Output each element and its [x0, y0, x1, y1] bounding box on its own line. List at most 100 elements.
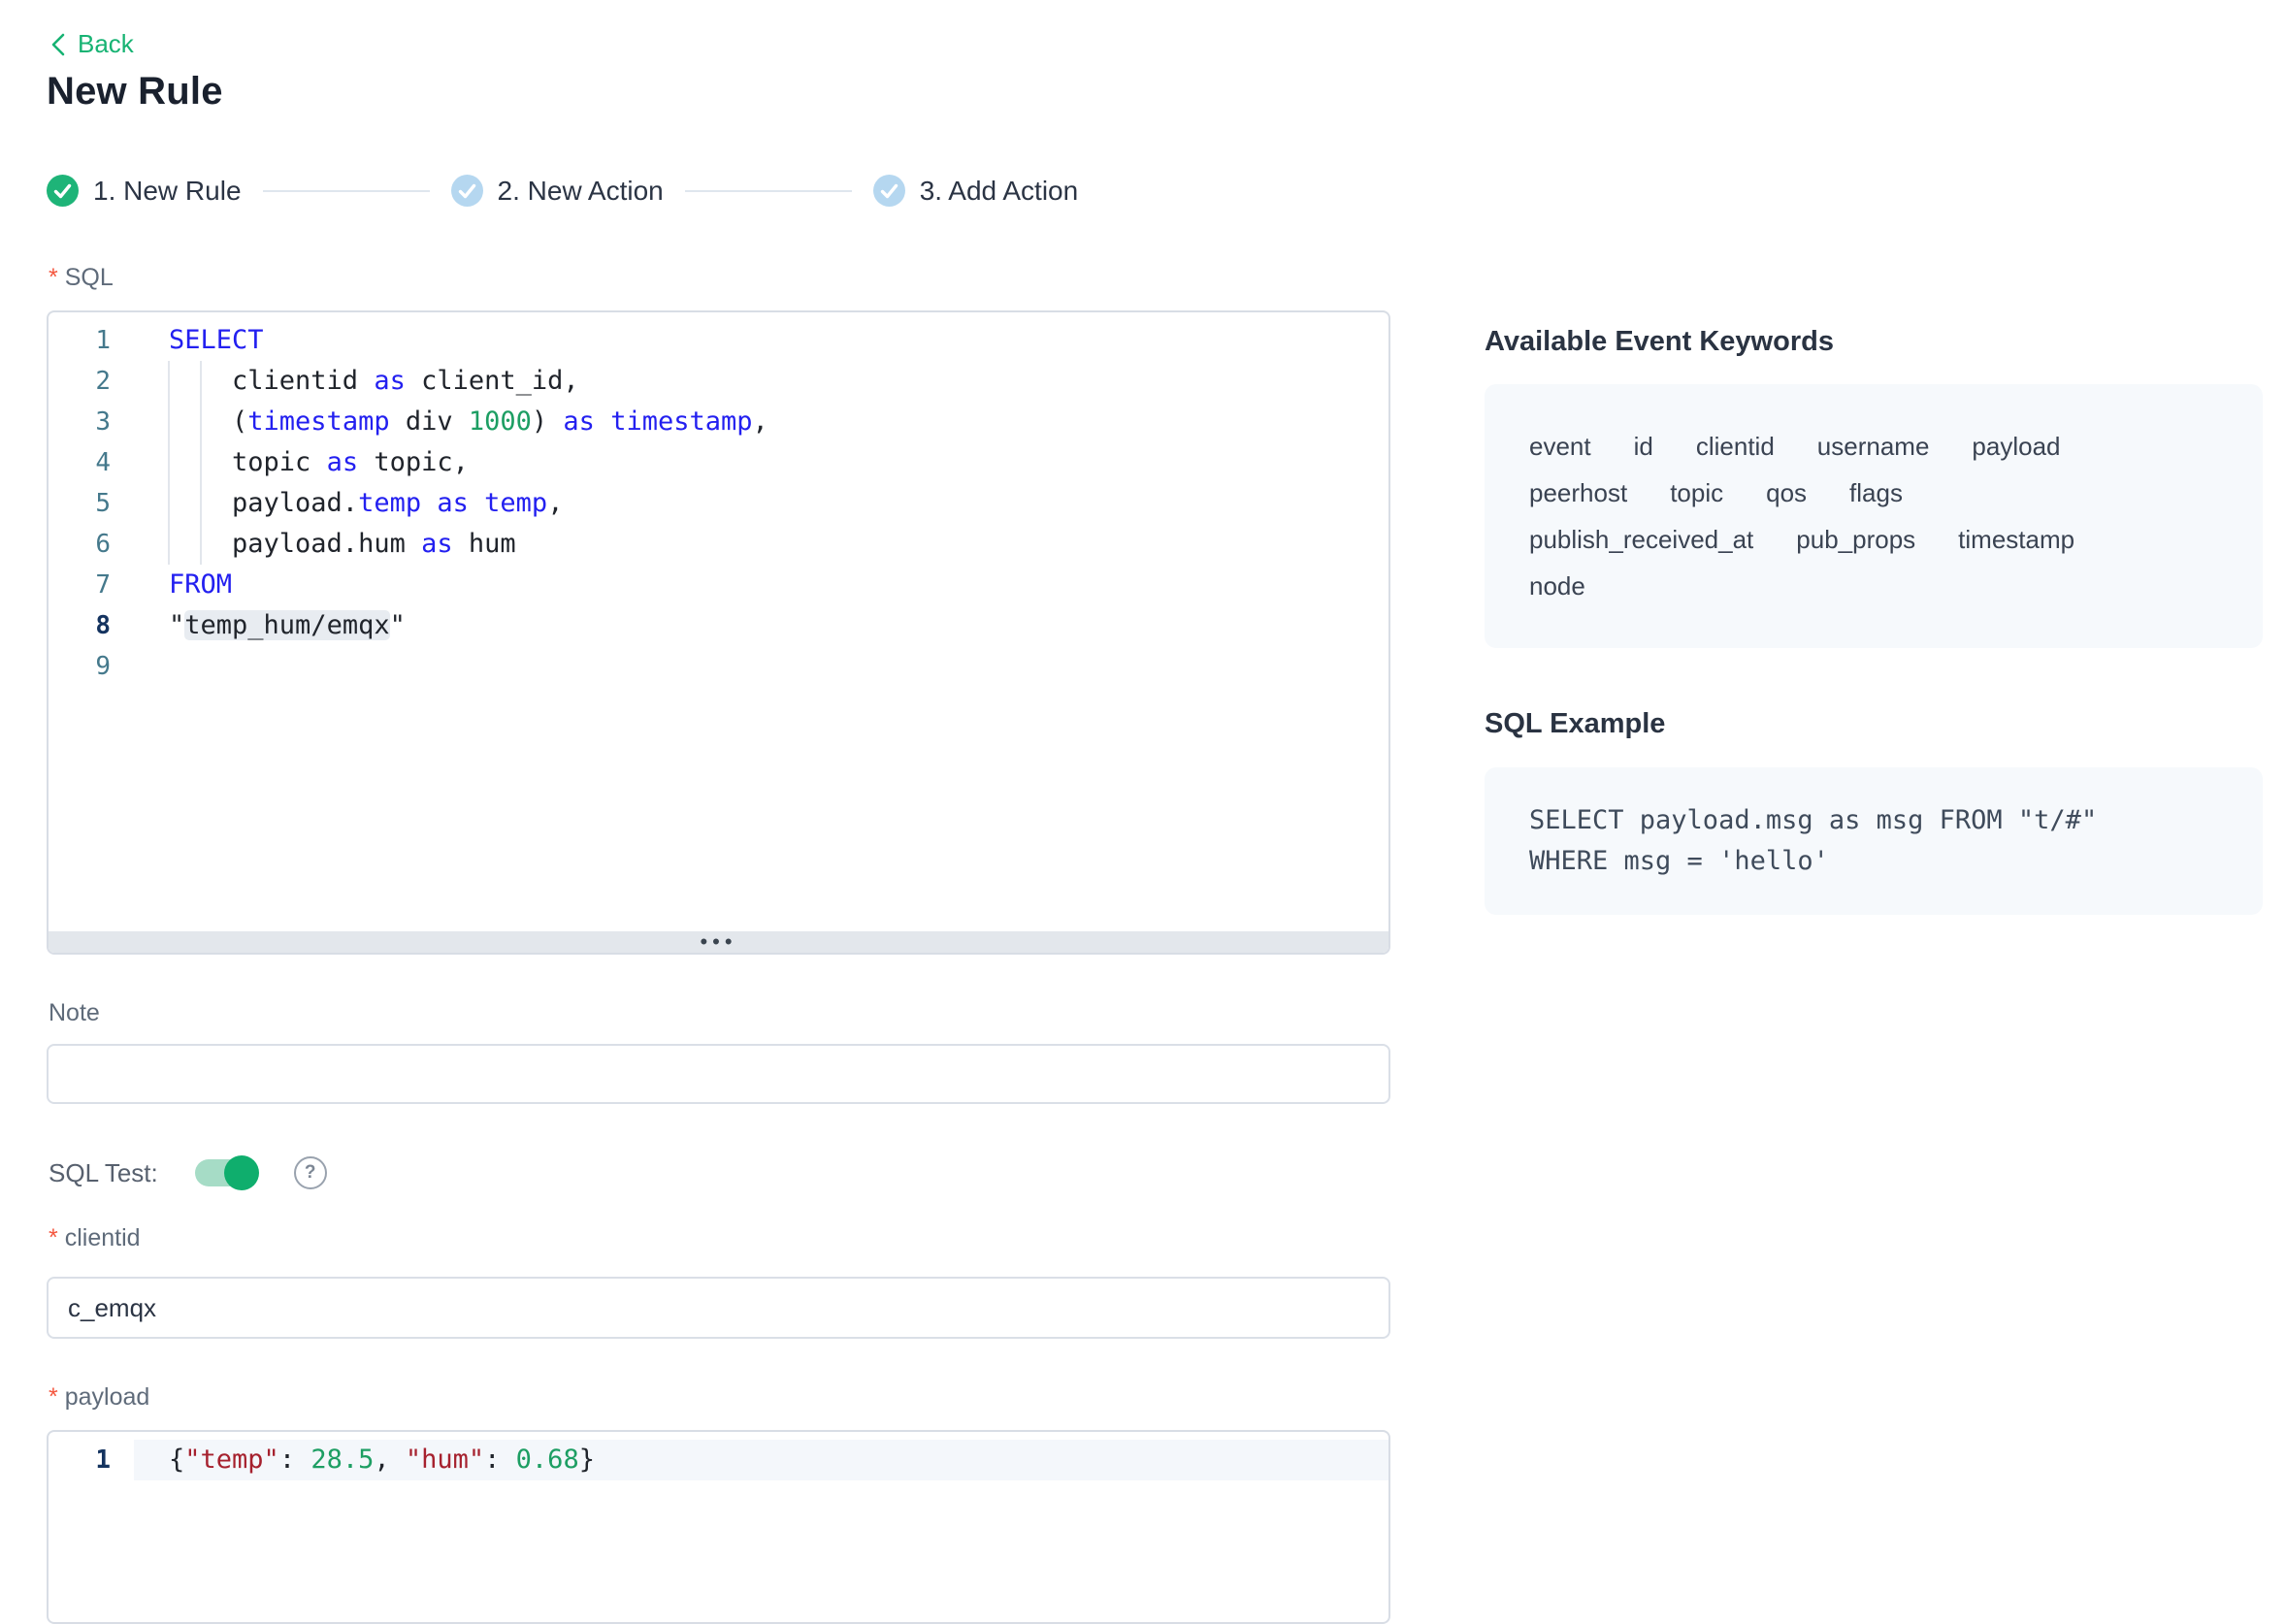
wizard-steps: 1. New Rule 2. New Action 3. Add Action — [47, 175, 1078, 207]
step-check-icon — [873, 175, 905, 207]
indent-guide — [168, 402, 170, 442]
token-pl: topic — [169, 447, 327, 477]
chevron-left-icon — [49, 32, 68, 57]
step-label: 3. Add Action — [920, 176, 1078, 207]
indent-guide — [168, 361, 170, 402]
token-pl: ) — [532, 406, 564, 437]
token-pl: , — [374, 1445, 406, 1475]
token-pl: : — [484, 1445, 516, 1475]
wizard-step-1[interactable]: 1. New Rule — [47, 175, 242, 207]
token-kw: temp — [484, 488, 547, 518]
required-asterisk: * — [49, 264, 58, 291]
page-title: New Rule — [47, 70, 223, 114]
code-line: 7FROM — [49, 565, 1388, 605]
token-pl: : — [279, 1445, 311, 1475]
indent-guide — [168, 442, 170, 483]
token-pl: } — [579, 1445, 595, 1475]
code-line: 3 (timestamp div 1000) as timestamp, — [49, 402, 1388, 442]
sql-code-editor[interactable]: 1SELECT2 clientid as client_id,3 (timest… — [47, 310, 1390, 955]
payload-editor-lines[interactable]: 1{"temp": 28.5, "hum": 0.68} — [49, 1432, 1388, 1480]
sql-field-label: *SQL — [49, 264, 114, 292]
resize-dots-icon: ••• — [700, 932, 736, 952]
token-pl: client_id, — [406, 366, 579, 396]
event-keyword: username — [1817, 423, 1930, 470]
line-number: 9 — [49, 646, 134, 687]
back-label: Back — [78, 29, 134, 59]
indent-guide — [168, 524, 170, 565]
event-keyword: node — [1529, 563, 1585, 609]
token-kw: as — [374, 366, 406, 396]
event-keyword: event — [1529, 423, 1591, 470]
step-connector — [685, 190, 852, 192]
code-line: 5 payload.temp as temp, — [49, 483, 1388, 524]
wizard-step-2[interactable]: 2. New Action — [451, 175, 664, 207]
code-line: 8"temp_hum/emqx" — [49, 605, 1388, 646]
event-keyword: publish_received_at — [1529, 516, 1753, 563]
code-line: 6 payload.hum as hum — [49, 524, 1388, 565]
step-label: 2. New Action — [498, 176, 664, 207]
token-pl: " — [390, 610, 406, 640]
code-content: (timestamp div 1000) as timestamp, — [134, 402, 1388, 442]
clientid-field-label: *clientid — [49, 1224, 141, 1252]
editor-resize-handle[interactable]: ••• — [49, 931, 1388, 953]
token-pl — [595, 406, 610, 437]
sql-test-toggle[interactable] — [195, 1159, 255, 1186]
keyword-row: eventidclientidusernamepayload — [1529, 423, 2218, 470]
sql-example-title: SQL Example — [1485, 708, 2263, 740]
indent-guide — [200, 442, 202, 483]
event-keyword: payload — [1972, 423, 2060, 470]
code-line: 1SELECT — [49, 320, 1388, 361]
line-number: 4 — [49, 442, 134, 483]
token-kw: as — [421, 529, 453, 559]
code-content: "temp_hum/emqx" — [134, 605, 1388, 646]
token-kw: timestamp — [247, 406, 389, 437]
note-field-label: Note — [49, 999, 100, 1027]
event-keyword: peerhost — [1529, 470, 1627, 516]
code-content: payload.temp as temp, — [134, 483, 1388, 524]
token-num: 1000 — [469, 406, 532, 437]
token-pl: " — [169, 610, 184, 640]
token-num: 0.68 — [516, 1445, 579, 1475]
indent-guide — [200, 402, 202, 442]
token-kw: SELECT — [169, 325, 264, 355]
code-content: FROM — [134, 565, 1388, 605]
back-link[interactable]: Back — [49, 29, 134, 59]
note-input[interactable] — [47, 1044, 1390, 1104]
event-keyword: clientid — [1696, 423, 1775, 470]
token-str: "hum" — [406, 1445, 484, 1475]
step-check-icon — [451, 175, 483, 207]
sql-editor-lines[interactable]: 1SELECT2 clientid as client_id,3 (timest… — [49, 312, 1388, 931]
line-number: 8 — [49, 605, 134, 646]
token-pl: payload.hum — [169, 529, 421, 559]
token-pl — [469, 488, 484, 518]
step-connector — [263, 190, 430, 192]
indent-guide — [200, 524, 202, 565]
step-label: 1. New Rule — [93, 176, 242, 207]
code-line: 1{"temp": 28.5, "hum": 0.68} — [49, 1440, 1388, 1480]
toggle-knob — [224, 1155, 259, 1190]
code-content: {"temp": 28.5, "hum": 0.68} — [134, 1440, 1388, 1480]
sql-example-line: SELECT payload.msg as msg FROM "t/#" — [1529, 800, 2218, 841]
token-pl — [421, 488, 437, 518]
event-keywords-card: eventidclientidusernamepayloadpeerhostto… — [1485, 384, 2263, 648]
token-hl: temp_hum/emqx — [184, 610, 389, 640]
token-pl: payload. — [169, 488, 358, 518]
wizard-step-3[interactable]: 3. Add Action — [873, 175, 1078, 207]
sql-test-label: SQL Test: — [49, 1158, 158, 1188]
line-number: 3 — [49, 402, 134, 442]
required-asterisk: * — [49, 1383, 58, 1411]
payload-code-editor[interactable]: 1{"temp": 28.5, "hum": 0.68} — [47, 1430, 1390, 1624]
code-content — [134, 646, 1388, 687]
clientid-input[interactable]: c_emqx — [47, 1277, 1390, 1339]
clientid-value: c_emqx — [68, 1293, 156, 1323]
keyword-row: node — [1529, 563, 2218, 609]
sql-example-card: SELECT payload.msg as msg FROM "t/#"WHER… — [1485, 767, 2263, 915]
keyword-row: peerhosttopicqosflags — [1529, 470, 2218, 516]
token-kw: as — [437, 488, 469, 518]
token-pl: { — [169, 1445, 184, 1475]
keyword-row: publish_received_atpub_propstimestamp — [1529, 516, 2218, 563]
token-kw: as — [563, 406, 595, 437]
help-icon[interactable]: ? — [294, 1156, 327, 1189]
code-content: payload.hum as hum — [134, 524, 1388, 565]
token-str: "temp" — [184, 1445, 279, 1475]
